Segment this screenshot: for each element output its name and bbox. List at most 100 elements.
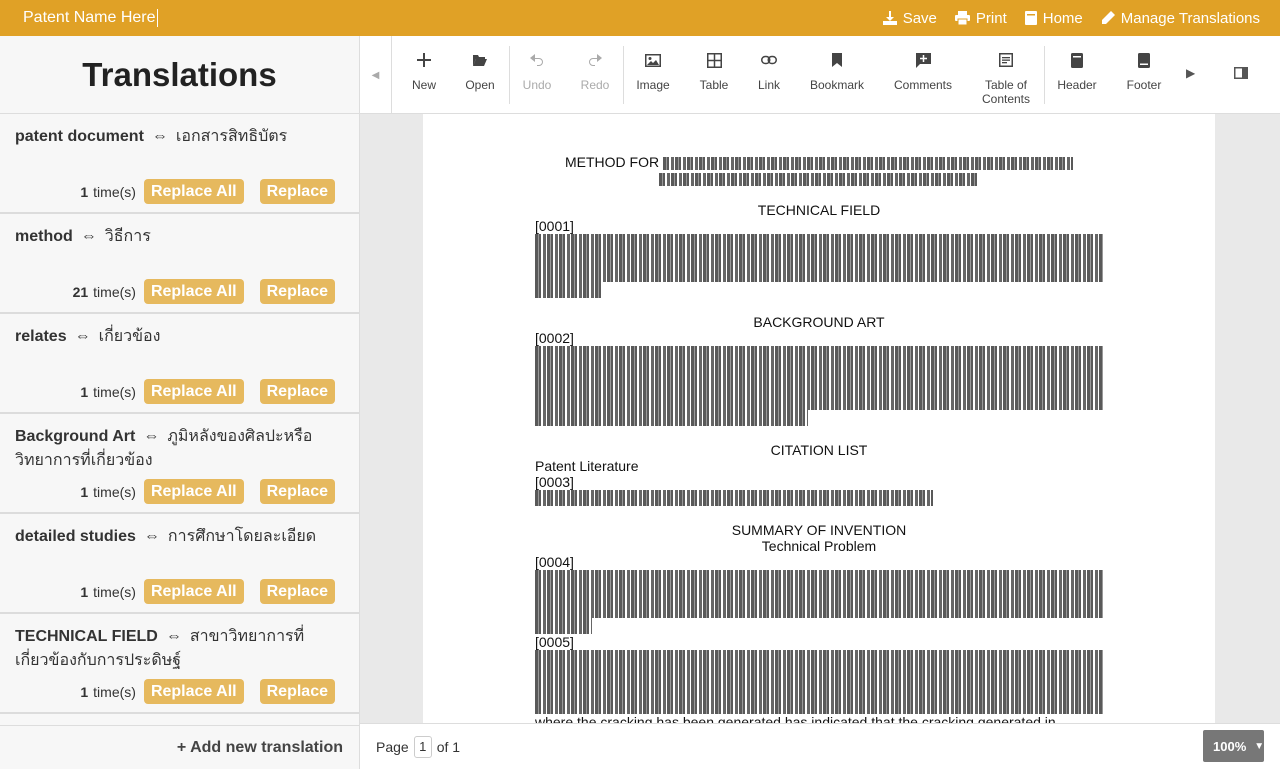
print-button[interactable]: Print [954, 10, 1007, 27]
replace-button[interactable]: Replace [259, 279, 335, 304]
replace-all-button[interactable]: Replace All [143, 479, 244, 504]
illegible-paragraph-line [535, 410, 808, 426]
zoom-dropdown[interactable]: 100% ▼ [1203, 730, 1264, 762]
times-label: time(s) [93, 583, 136, 600]
illegible-paragraph-line [535, 346, 1103, 362]
redo-icon [588, 52, 602, 68]
bidirectional-arrow-icon: ⇔ [80, 228, 97, 245]
print-icon [954, 11, 970, 25]
illegible-paragraph-line [535, 282, 604, 298]
editor-toolbar: ◀ New Open Undo Redo Image Table Link Bo… [360, 36, 1280, 114]
replace-button[interactable]: Replace [259, 379, 335, 404]
add-new-translation-button[interactable]: + Add new translation [0, 725, 359, 769]
home-button[interactable]: Home [1024, 9, 1083, 27]
manage-translations-label: Manage Translations [1120, 9, 1260, 27]
translation-item: patent document ⇔ เอกสารสิทธิบัตร 1 time(s)… [0, 114, 359, 214]
item-controls: 21 time(s) Replace All Replace [73, 279, 335, 304]
occurrence-count: 1 [80, 683, 89, 700]
document-title: METHOD FOR [535, 154, 1103, 186]
target-term: วิธีการ [104, 228, 151, 245]
item-controls: 1 time(s) Replace All Replace [80, 679, 335, 704]
bookmark-label: Bookmark [809, 78, 865, 92]
translation-pair: TECHNICAL FIELD ⇔ สาขาวิทยาการที่เกี่ยวข้อ… [15, 625, 335, 673]
illegible-paragraph-line [535, 666, 1103, 682]
link-icon [761, 52, 777, 68]
link-button[interactable]: Link [755, 36, 783, 114]
image-button[interactable]: Image [635, 36, 671, 114]
translation-list[interactable]: patent document ⇔ เอกสารสิทธิบัตร 1 time(s)… [0, 114, 359, 724]
footer-button[interactable]: Footer [1124, 36, 1164, 114]
replace-button[interactable]: Replace [259, 679, 335, 704]
translation-pair: patent document ⇔ เอกสารสิทธิบัตร [15, 125, 335, 149]
paragraph-number: [0003] [535, 474, 574, 490]
header-label: Header [1057, 78, 1097, 92]
replace-button[interactable]: Replace [259, 579, 335, 604]
toolbar-scroll-right-icon[interactable]: ▶ [1186, 66, 1195, 80]
replace-button[interactable]: Replace [259, 479, 335, 504]
document-page[interactable]: METHOD FOR TECHNICAL FIELD [0001] BACKGR… [423, 114, 1215, 723]
bookmark-button[interactable]: Bookmark [808, 36, 866, 114]
download-icon [882, 11, 897, 25]
redo-label: Redo [580, 78, 610, 92]
replace-all-button[interactable]: Replace All [143, 379, 244, 404]
illegible-text [659, 172, 979, 186]
manage-translations-button[interactable]: Manage Translations [1101, 10, 1260, 27]
table-icon [706, 52, 722, 68]
title-text: METHOD FOR [565, 154, 660, 170]
redo-button[interactable]: Redo [579, 36, 611, 114]
book-icon [1024, 11, 1037, 25]
occurrence-count: 1 [80, 483, 89, 500]
item-controls: 1 time(s) Replace All Replace [80, 379, 335, 404]
translation-pair: relates ⇔ เกี่ยวข้อง [15, 325, 335, 349]
table-of-contents-button[interactable]: Table of Contents [978, 36, 1034, 114]
source-term: patent document [15, 128, 144, 145]
paragraph-number: [0001] [535, 218, 574, 234]
subheading: Patent Literature [535, 458, 639, 474]
undo-button[interactable]: Undo [521, 36, 553, 114]
illegible-paragraph-line [535, 586, 1103, 602]
toc-label-line2: Contents [981, 92, 1031, 106]
toolbar-divider [509, 46, 510, 104]
source-term: detailed studies [15, 528, 136, 545]
bidirectional-arrow-icon: ⇔ [143, 528, 160, 545]
occurrence-count: 1 [80, 383, 89, 400]
undo-icon [530, 52, 544, 68]
illegible-paragraph-line [535, 234, 1103, 250]
toolbar-scroll-left-icon[interactable]: ◀ [360, 36, 392, 114]
replace-all-button[interactable]: Replace All [143, 579, 244, 604]
illegible-text [663, 156, 1073, 170]
subheading: Technical Problem [761, 538, 877, 554]
comments-button[interactable]: Comments [892, 36, 954, 114]
page-number-input[interactable]: 1 [413, 735, 432, 758]
new-button[interactable]: New [408, 36, 440, 114]
replace-all-button[interactable]: Replace All [143, 179, 244, 204]
document-body[interactable]: METHOD FOR TECHNICAL FIELD [0001] BACKGR… [535, 154, 1103, 723]
document-name-field[interactable]: Patent Name Here [23, 9, 158, 27]
save-button[interactable]: Save [882, 9, 937, 27]
illegible-paragraph-line [535, 570, 1103, 586]
occurrence-count: 21 [72, 283, 89, 300]
translation-pair: detailed studies ⇔ การศึกษาโดยละเอียด [15, 525, 335, 549]
undo-label: Undo [522, 78, 552, 92]
save-label: Save [902, 9, 937, 27]
translation-pair: Background Art ⇔ ภูมิหลังของศิลปะหรือวิทยา… [15, 425, 335, 473]
open-button[interactable]: Open [464, 36, 496, 114]
illegible-paragraph-line [535, 698, 1103, 714]
replace-all-button[interactable]: Replace All [143, 679, 244, 704]
page-count: of 1 [436, 738, 461, 755]
replace-button[interactable]: Replace [259, 179, 335, 204]
paragraph-number: [0002] [535, 330, 574, 346]
replace-all-button[interactable]: Replace All [143, 279, 244, 304]
table-button[interactable]: Table [697, 36, 731, 114]
status-bar: Page 1 of 1 100% ▼ [360, 723, 1280, 769]
occurrence-count: 1 [80, 583, 89, 600]
illegible-paragraph-line [535, 250, 1103, 266]
footer-label: Footer [1126, 78, 1162, 92]
comment-add-icon [915, 52, 931, 68]
bookmark-icon [832, 52, 842, 68]
document-canvas[interactable]: METHOD FOR TECHNICAL FIELD [0001] BACKGR… [360, 114, 1280, 723]
header-button[interactable]: Header [1056, 36, 1098, 114]
toggle-panel-icon[interactable] [1234, 66, 1248, 84]
home-label: Home [1042, 9, 1083, 27]
header-icon [1071, 52, 1083, 68]
